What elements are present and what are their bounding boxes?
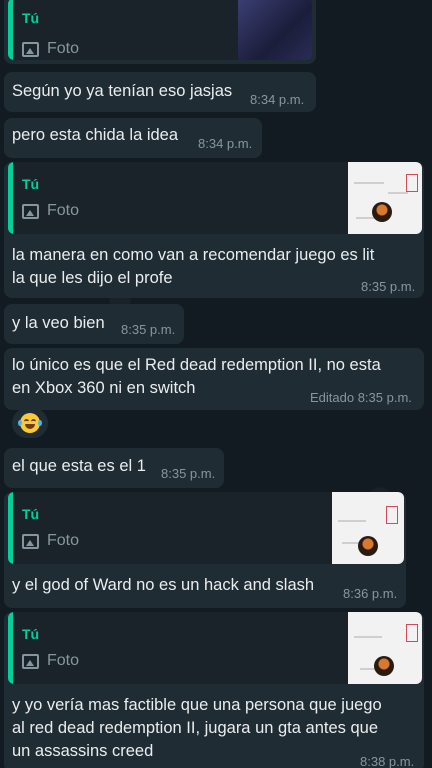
quoted-reply[interactable]: Tú Foto: [8, 0, 312, 60]
quote-accent-bar: [8, 612, 13, 684]
message-bubble[interactable]: el que esta es el 1 8:35 p.m.: [4, 448, 224, 488]
quote-accent-bar: [8, 492, 13, 564]
photo-thumbnail[interactable]: [332, 492, 404, 564]
photo-thumbnail[interactable]: [348, 162, 422, 234]
quote-photo-label: Foto: [22, 40, 79, 58]
quote-author: Tú: [22, 506, 40, 522]
message-text-line: un assassins creed: [12, 742, 154, 760]
message-reaction[interactable]: [12, 408, 48, 438]
message-time: 8:35 p.m.: [161, 466, 216, 481]
photo-icon: [22, 653, 39, 669]
quoted-reply[interactable]: Tú Foto: [8, 492, 404, 564]
message-text: pero esta chida la idea: [12, 126, 179, 144]
quote-author: Tú: [22, 626, 40, 642]
quote-photo-label: Foto: [22, 652, 79, 670]
message-time: 8:34 p.m.: [250, 92, 305, 107]
quote-label-text: Foto: [47, 40, 80, 57]
message-text-line: y yo vería mas factible que una persona …: [12, 696, 382, 714]
message-bubble[interactable]: y la veo bien 8:35 p.m.: [4, 304, 184, 344]
message-time: 8:34 p.m.: [198, 136, 253, 151]
quote-photo-label: Foto: [22, 202, 79, 220]
quote-author: Tú: [22, 176, 40, 192]
quote-accent-bar: [8, 0, 13, 60]
quote-label-text: Foto: [47, 202, 80, 219]
quote-accent-bar: [8, 162, 13, 234]
face-with-tears-of-joy-emoji: [18, 413, 42, 433]
photo-icon: [22, 533, 39, 549]
message-text-line: la que les dijo el profe: [12, 269, 173, 287]
photo-icon: [22, 203, 39, 219]
message-bubble[interactable]: pero esta chida la idea 8:34 p.m.: [4, 118, 262, 158]
message-text: y el god of Ward no es un hack and slash: [12, 576, 315, 594]
message-text-line: en Xbox 360 ni en switch: [12, 379, 196, 397]
quote-author: Tú: [22, 10, 40, 26]
quote-photo-label: Foto: [22, 532, 79, 550]
message-bubble[interactable]: Según yo ya tenían eso jasjas 8:34 p.m.: [4, 72, 316, 112]
photo-icon: [22, 41, 39, 57]
message-bubble[interactable]: lo único es que el Red dead redemption I…: [4, 348, 424, 410]
message-time: Editado 8:35 p.m.: [310, 390, 412, 405]
message-time: 8:38 p.m.: [360, 754, 415, 768]
message-time: 8:36 p.m.: [343, 586, 398, 601]
message-text: y la veo bien: [12, 314, 105, 332]
message-text: el que esta es el 1: [12, 457, 146, 475]
quote-label-text: Foto: [47, 652, 80, 669]
quoted-reply[interactable]: Tú Foto: [8, 612, 422, 684]
message-time: 8:35 p.m.: [361, 279, 416, 294]
message-time: 8:35 p.m.: [121, 322, 176, 337]
message-bubble[interactable]: Tú Foto y el god of Ward no es un hack a…: [4, 492, 406, 608]
message-text-line: lo único es que el Red dead redemption I…: [12, 356, 381, 374]
quote-label-text: Foto: [47, 532, 80, 549]
message-bubble[interactable]: Tú Foto y yo vería mas factible que una …: [4, 612, 424, 768]
photo-thumbnail[interactable]: [348, 612, 422, 684]
message-text-line: la manera en como van a recomendar juego…: [12, 246, 375, 264]
message-bubble[interactable]: Tú Foto la manera en como van a recomend…: [4, 162, 424, 298]
message-bubble[interactable]: Tú Foto: [4, 0, 316, 64]
chat-message-list[interactable]: Tú Foto Según yo ya tenían eso jasjas 8:…: [0, 0, 432, 768]
message-text: Según yo ya tenían eso jasjas: [12, 82, 233, 100]
quoted-reply[interactable]: Tú Foto: [8, 162, 422, 234]
message-text-line: al red dead redemption II, jugara un gta…: [12, 719, 379, 737]
photo-thumbnail[interactable]: [238, 0, 312, 60]
